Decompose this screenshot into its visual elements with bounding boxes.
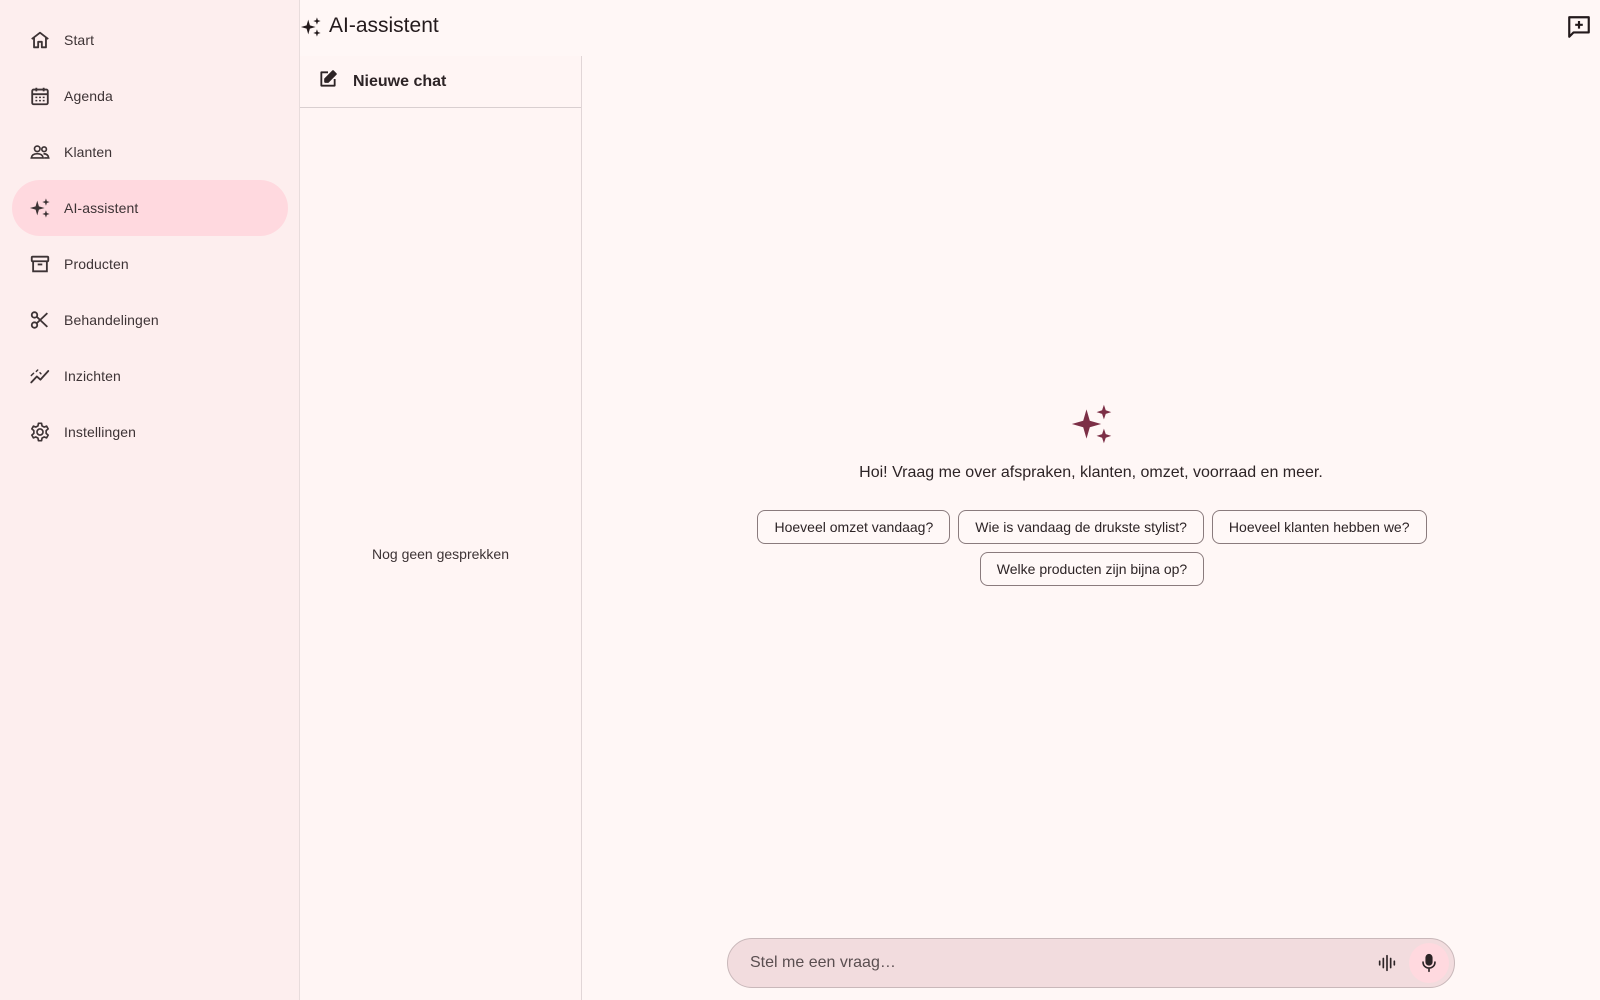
people-icon — [28, 140, 52, 164]
calendar-icon — [28, 84, 52, 108]
sidebar-item-behandelingen[interactable]: Behandelingen — [12, 292, 288, 348]
chat-input[interactable] — [750, 954, 1367, 972]
chat-input-bar — [727, 938, 1455, 988]
gear-icon — [28, 420, 52, 444]
new-chat-list-button[interactable]: Nieuwe chat — [300, 56, 581, 108]
sidebar-item-start[interactable]: Start — [12, 12, 288, 68]
sidebar-item-label: AI-assistent — [64, 200, 139, 216]
suggestion-chips: Hoeveel omzet vandaag? Wie is vandaag de… — [732, 510, 1452, 586]
trend-icon — [28, 364, 52, 388]
chat-main: Hoi! Vraag me over afspraken, klanten, o… — [582, 56, 1600, 1000]
empty-history-text: Nog geen gesprekken — [372, 546, 509, 562]
sidebar-item-label: Inzichten — [64, 368, 121, 384]
microphone-button[interactable] — [1409, 943, 1449, 983]
sidebar-item-label: Start — [64, 32, 95, 48]
suggestion-chip[interactable]: Hoeveel omzet vandaag? — [757, 510, 951, 544]
sidebar-item-label: Agenda — [64, 88, 113, 104]
suggestion-chip[interactable]: Hoeveel klanten hebben we? — [1211, 510, 1427, 544]
sidebar-item-ai-assistent[interactable]: AI-assistent — [12, 180, 288, 236]
sparkle-icon — [300, 16, 322, 38]
sidebar-item-instellingen[interactable]: Instellingen — [12, 404, 288, 460]
page-title: AI-assistent — [329, 14, 439, 37]
sparkle-icon — [1070, 402, 1114, 446]
sidebar-item-label: Instellingen — [64, 424, 137, 440]
chat-history-panel: Nieuwe chat Nog geen gesprekken — [300, 56, 582, 1000]
sidebar-item-klanten[interactable]: Klanten — [12, 124, 288, 180]
suggestion-chip[interactable]: Wie is vandaag de drukste stylist? — [958, 510, 1204, 544]
archive-box-icon — [28, 252, 52, 276]
home-icon — [28, 28, 52, 52]
voice-mode-button[interactable] — [1367, 943, 1407, 983]
sparkle-icon — [28, 196, 52, 220]
waveform-icon — [1378, 954, 1396, 972]
assistant-greeting: Hoi! Vraag me over afspraken, klanten, o… — [859, 464, 1323, 481]
sidebar-item-label: Klanten — [64, 144, 113, 160]
add-comment-icon — [1568, 16, 1590, 38]
sidebar: Start Agenda Klanten AI-assistent Produc… — [0, 0, 300, 1000]
new-chat-label: Nieuwe chat — [353, 72, 447, 90]
sidebar-item-label: Producten — [64, 256, 129, 272]
sidebar-item-producten[interactable]: Producten — [12, 236, 288, 292]
new-chat-button[interactable] — [1566, 14, 1592, 40]
sidebar-item-inzichten[interactable]: Inzichten — [12, 348, 288, 404]
microphone-icon — [1422, 953, 1436, 973]
scissors-icon — [28, 308, 52, 332]
sidebar-item-agenda[interactable]: Agenda — [12, 68, 288, 124]
edit-icon — [318, 69, 338, 94]
suggestion-chip[interactable]: Welke producten zijn bijna op? — [979, 552, 1205, 586]
sidebar-item-label: Behandelingen — [64, 312, 159, 328]
